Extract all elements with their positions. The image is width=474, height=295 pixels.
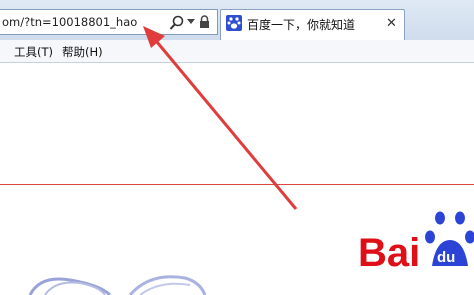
baidu-logo: Bai du	[358, 211, 474, 275]
browser-tab[interactable]: 百度一下，你就知道 ✕	[220, 9, 405, 40]
logo-text-du: du	[437, 249, 455, 266]
decorative-swirl-image	[28, 275, 207, 295]
search-icon[interactable]	[169, 14, 185, 32]
menu-item-help[interactable]: 帮助(H)	[62, 44, 103, 60]
lock-icon[interactable]	[199, 15, 210, 29]
baidu-paw-icon	[226, 15, 242, 31]
address-url[interactable]: om/?tn=10018801_hao	[2, 15, 137, 29]
address-bar-icons	[167, 13, 217, 33]
chevron-down-icon[interactable]	[187, 19, 195, 25]
menu-item-tools[interactable]: 工具(T)	[14, 44, 53, 60]
menu-bar: 工具(T) 帮助(H)	[0, 40, 474, 63]
red-divider-line	[0, 184, 474, 185]
browser-toolbar: om/?tn=10018801_hao 百度一下，你就知道 ✕	[0, 0, 474, 41]
address-bar[interactable]: om/?tn=10018801_hao	[0, 9, 218, 35]
close-icon[interactable]: ✕	[386, 16, 397, 31]
logo-text-bai: Bai	[358, 231, 420, 275]
tab-title: 百度一下，你就知道	[247, 18, 356, 32]
